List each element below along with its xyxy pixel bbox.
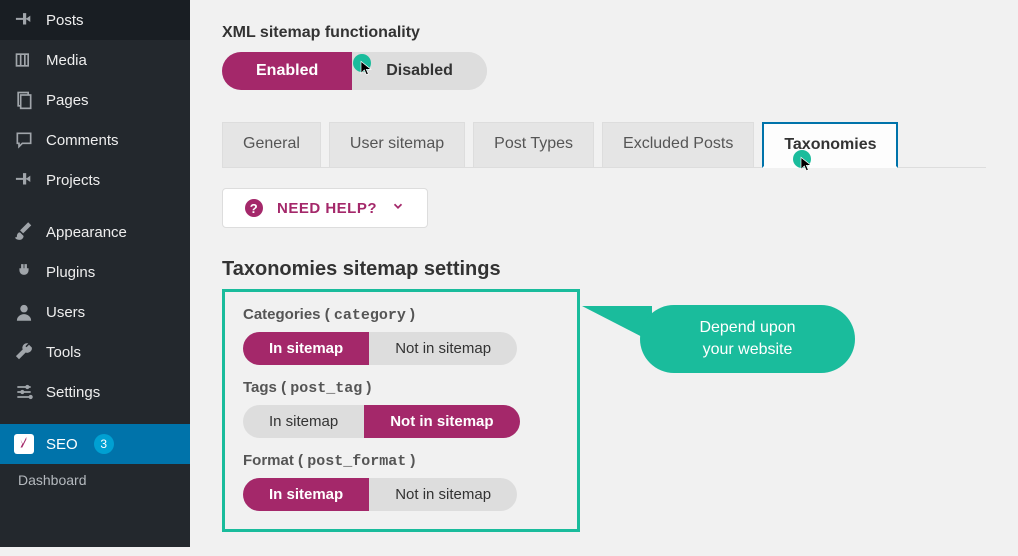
- sidebar-label: Users: [46, 304, 85, 321]
- need-help-button[interactable]: ? NEED HELP?: [222, 188, 428, 228]
- main-content: XML sitemap functionality Enabled Disabl…: [190, 0, 1018, 556]
- sidebar-label: Media: [46, 52, 87, 69]
- sidebar-label: Plugins: [46, 264, 95, 281]
- sidebar-label: Tools: [46, 344, 81, 361]
- admin-sidebar: Posts Media Pages Comments Projects Appe…: [0, 0, 190, 547]
- plug-icon: [14, 262, 34, 282]
- sidebar-label: Settings: [46, 384, 100, 401]
- tags-not-in-sitemap[interactable]: Not in sitemap: [364, 405, 519, 438]
- row-format: Format ( post_format ) In sitemap Not in…: [243, 452, 559, 511]
- pages-icon: [14, 90, 34, 110]
- chevron-down-icon: [391, 199, 405, 217]
- sidebar-item-posts[interactable]: Posts: [0, 0, 190, 40]
- wrench-icon: [14, 342, 34, 362]
- sidebar-label: Appearance: [46, 224, 127, 241]
- sidebar-sub-dashboard[interactable]: Dashboard: [0, 464, 190, 496]
- sidebar-item-comments[interactable]: Comments: [0, 120, 190, 160]
- toggle-disabled[interactable]: Disabled: [352, 52, 487, 90]
- sitemap-tabs: General User sitemap Post Types Excluded…: [222, 122, 986, 168]
- taxonomies-settings-box: Categories ( category ) In sitemap Not i…: [222, 289, 580, 532]
- pin-icon: [14, 10, 34, 30]
- comments-icon: [14, 130, 34, 150]
- toggle-format: In sitemap Not in sitemap: [243, 478, 517, 511]
- row-tags: Tags ( post_tag ) In sitemap Not in site…: [243, 379, 559, 438]
- label-tags: Tags ( post_tag ): [243, 379, 559, 397]
- sidebar-label: Projects: [46, 172, 100, 189]
- tab-user-sitemap[interactable]: User sitemap: [329, 122, 465, 167]
- toggle-tags: In sitemap Not in sitemap: [243, 405, 520, 438]
- label-categories: Categories ( category ): [243, 306, 559, 324]
- categories-not-in-sitemap[interactable]: Not in sitemap: [369, 332, 517, 365]
- sidebar-item-tools[interactable]: Tools: [0, 332, 190, 372]
- format-in-sitemap[interactable]: In sitemap: [243, 478, 369, 511]
- format-not-in-sitemap[interactable]: Not in sitemap: [369, 478, 517, 511]
- row-categories: Categories ( category ) In sitemap Not i…: [243, 306, 559, 365]
- xml-sitemap-title: XML sitemap functionality: [222, 24, 986, 42]
- sidebar-item-seo[interactable]: SEO 3: [0, 424, 190, 464]
- sidebar-item-appearance[interactable]: Appearance: [0, 212, 190, 252]
- seo-badge: 3: [94, 434, 114, 454]
- user-icon: [14, 302, 34, 322]
- tags-in-sitemap[interactable]: In sitemap: [243, 405, 364, 438]
- tab-post-types[interactable]: Post Types: [473, 122, 594, 167]
- yoast-icon: [14, 434, 34, 454]
- sidebar-label: Posts: [46, 12, 84, 29]
- tab-excluded-posts[interactable]: Excluded Posts: [602, 122, 754, 167]
- brush-icon: [14, 222, 34, 242]
- sidebar-label: Pages: [46, 92, 89, 109]
- sidebar-item-settings[interactable]: Settings: [0, 372, 190, 412]
- sitemap-functionality-toggle: Enabled Disabled: [222, 52, 487, 90]
- sidebar-item-media[interactable]: Media: [0, 40, 190, 80]
- sidebar-item-projects[interactable]: Projects: [0, 160, 190, 200]
- toggle-categories: In sitemap Not in sitemap: [243, 332, 517, 365]
- media-icon: [14, 50, 34, 70]
- help-label: NEED HELP?: [277, 200, 377, 217]
- label-format: Format ( post_format ): [243, 452, 559, 470]
- categories-in-sitemap[interactable]: In sitemap: [243, 332, 369, 365]
- sidebar-item-pages[interactable]: Pages: [0, 80, 190, 120]
- pin-icon: [14, 170, 34, 190]
- sidebar-label: Comments: [46, 132, 119, 149]
- sidebar-label: SEO: [46, 436, 78, 453]
- taxonomies-settings-title: Taxonomies sitemap settings: [222, 258, 986, 281]
- tab-taxonomies[interactable]: Taxonomies: [762, 122, 898, 168]
- question-icon: ?: [245, 199, 263, 217]
- sidebar-item-plugins[interactable]: Plugins: [0, 252, 190, 292]
- tab-general[interactable]: General: [222, 122, 321, 167]
- sidebar-item-users[interactable]: Users: [0, 292, 190, 332]
- sliders-icon: [14, 382, 34, 402]
- annotation-callout: Depend upon your website: [640, 305, 855, 373]
- toggle-enabled[interactable]: Enabled: [222, 52, 352, 90]
